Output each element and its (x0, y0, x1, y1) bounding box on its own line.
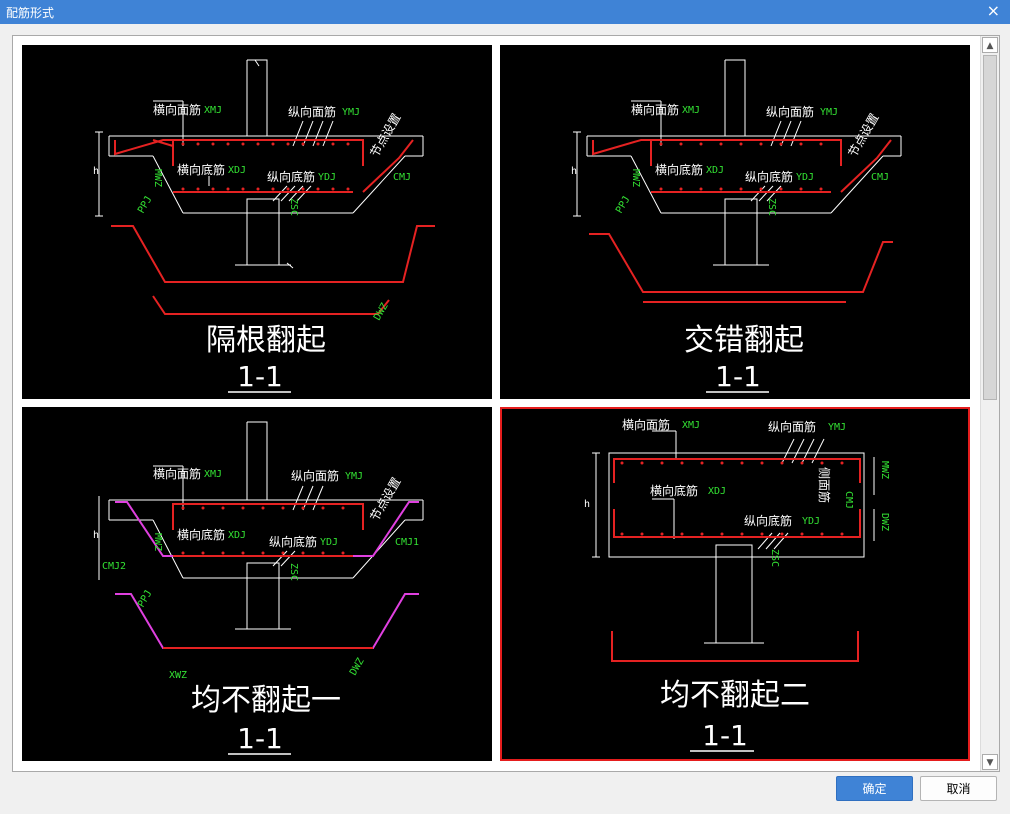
label-ydj: YDJ (318, 172, 336, 183)
scroll-thumb[interactable] (983, 55, 997, 400)
option-panel-alternate-bend[interactable]: 横向面筋 纵向面筋 横向底筋 纵向底筋 节点设置 XMJ YMJ XDJ YDJ… (22, 45, 492, 399)
label-cmj2: CMJ2 (102, 561, 126, 572)
label-mwz: MWZ (630, 169, 641, 187)
label-ydj: YDJ (796, 172, 814, 183)
panel-title: 均不翻起二 (660, 678, 810, 713)
label-xmj-cn: 横向面筋 (631, 102, 679, 117)
label-ydj: YDJ (802, 516, 820, 527)
label-xmj: XMJ (204, 105, 222, 116)
label-ymj: YMJ (345, 471, 363, 482)
option-panel-no-bend-2[interactable]: 横向面筋 纵向面筋 横向底筋 纵向底筋 侧面筋 XMJ YMJ XDJ YDJ … (500, 407, 970, 761)
section-label: 1-1 (237, 360, 283, 393)
section-label: 1-1 (237, 722, 283, 755)
diagram-no-bend-1: 横向面筋 纵向面筋 横向底筋 纵向底筋 节点设置 XMJ YMJ XDJ YDJ… (93, 421, 424, 755)
label-xdj: XDJ (708, 486, 726, 497)
label-xdj: XDJ (706, 165, 724, 176)
label-ymj: YMJ (828, 422, 846, 433)
label-xdj-cn: 横向底筋 (650, 483, 698, 498)
window-title: 配筋形式 (6, 6, 55, 20)
label-xdj-cn: 横向底筋 (177, 162, 225, 177)
close-icon[interactable]: × (987, 2, 1000, 20)
section-label: 1-1 (702, 719, 748, 752)
ok-button[interactable]: 确定 (836, 776, 913, 801)
diagram-no-bend-2: 横向面筋 纵向面筋 横向底筋 纵向底筋 侧面筋 XMJ YMJ XDJ YDJ … (584, 417, 890, 752)
diagram-staggered-bend: 横向面筋 纵向面筋 横向底筋 纵向底筋 节点设置 XMJ YMJ XDJ YDJ… (571, 59, 902, 393)
label-ydj-cn: 纵向底筋 (269, 534, 317, 549)
title-bar: 配筋形式 × (0, 0, 1010, 24)
cancel-button[interactable]: 取消 (920, 776, 997, 801)
vertical-scrollbar[interactable]: ▲ ▼ (980, 36, 999, 771)
label-cmj1: CMJ1 (395, 537, 419, 548)
label-ymj-cn: 纵向面筋 (766, 104, 814, 119)
label-xmj: XMJ (682, 420, 700, 431)
label-mwz: MWZ (879, 461, 890, 479)
label-zsc: ZSC (766, 198, 777, 216)
label-mwz: MWZ (152, 169, 163, 187)
scroll-down-arrow-icon[interactable]: ▼ (982, 754, 998, 770)
label-zsc: ZSC (288, 563, 299, 581)
label-ydj-cn: 纵向底筋 (267, 169, 315, 184)
label-xwz: XWZ (169, 670, 187, 681)
label-xmj-cn: 横向面筋 (153, 102, 201, 117)
label-ydj: YDJ (320, 537, 338, 548)
option-panel-staggered-bend[interactable]: 横向面筋 纵向面筋 横向底筋 纵向底筋 节点设置 XMJ YMJ XDJ YDJ… (500, 45, 970, 399)
label-xdj-cn: 横向底筋 (655, 162, 703, 177)
label-xmj-cn: 横向面筋 (622, 417, 670, 432)
label-node-cn: 节点设置 (367, 475, 403, 524)
label-ppj: PPJ (136, 588, 155, 609)
label-xdj: XDJ (228, 165, 246, 176)
label-xmj: XMJ (204, 469, 222, 480)
label-ymj-cn: 纵向面筋 (768, 419, 816, 434)
label-xmj: XMJ (682, 105, 700, 116)
label-dwz: DWZ (348, 656, 367, 677)
label-dwz: DWZ (879, 513, 890, 531)
scroll-up-arrow-icon[interactable]: ▲ (982, 37, 998, 53)
panel-title: 均不翻起一 (191, 683, 341, 718)
label-cmj: CMJ (843, 491, 854, 509)
label-xdj-cn: 横向底筋 (177, 527, 225, 542)
label-zsc: ZSC (288, 198, 299, 216)
label-ymj: YMJ (820, 107, 838, 118)
label-ppj: PPJ (614, 194, 633, 215)
section-label: 1-1 (715, 360, 761, 393)
label-ymj-cn: 纵向面筋 (291, 468, 339, 483)
label-h: h (93, 530, 99, 541)
label-zsc: ZSC (769, 549, 780, 567)
panel-title: 隔根翻起 (206, 323, 326, 358)
options-scroll-area: 横向面筋 纵向面筋 横向底筋 纵向底筋 节点设置 XMJ YMJ XDJ YDJ… (12, 35, 1000, 772)
label-dwz: DWZ (372, 301, 391, 322)
label-ppj: PPJ (136, 194, 155, 215)
label-side-cn: 侧面筋 (817, 467, 832, 503)
label-ydj-cn: 纵向底筋 (744, 513, 792, 528)
label-xmj-cn: 横向面筋 (153, 466, 201, 481)
option-panel-no-bend-1[interactable]: 横向面筋 纵向面筋 横向底筋 纵向底筋 节点设置 XMJ YMJ XDJ YDJ… (22, 407, 492, 761)
label-node-cn: 节点设置 (367, 111, 403, 160)
label-node-cn: 节点设置 (845, 111, 881, 160)
panel-title: 交错翻起 (684, 323, 804, 358)
label-cmj: CMJ (871, 172, 889, 183)
diagram-alternate-bend: 横向面筋 纵向面筋 横向底筋 纵向底筋 节点设置 XMJ YMJ XDJ YDJ… (93, 59, 435, 393)
label-ymj: YMJ (342, 107, 360, 118)
label-ymj-cn: 纵向面筋 (288, 104, 336, 119)
label-ydj-cn: 纵向底筋 (745, 169, 793, 184)
label-mwz: MWZ (152, 533, 163, 551)
label-h: h (571, 166, 577, 177)
label-h: h (93, 166, 99, 177)
label-xdj: XDJ (228, 530, 246, 541)
label-cmj: CMJ (393, 172, 411, 183)
label-h: h (584, 499, 590, 510)
